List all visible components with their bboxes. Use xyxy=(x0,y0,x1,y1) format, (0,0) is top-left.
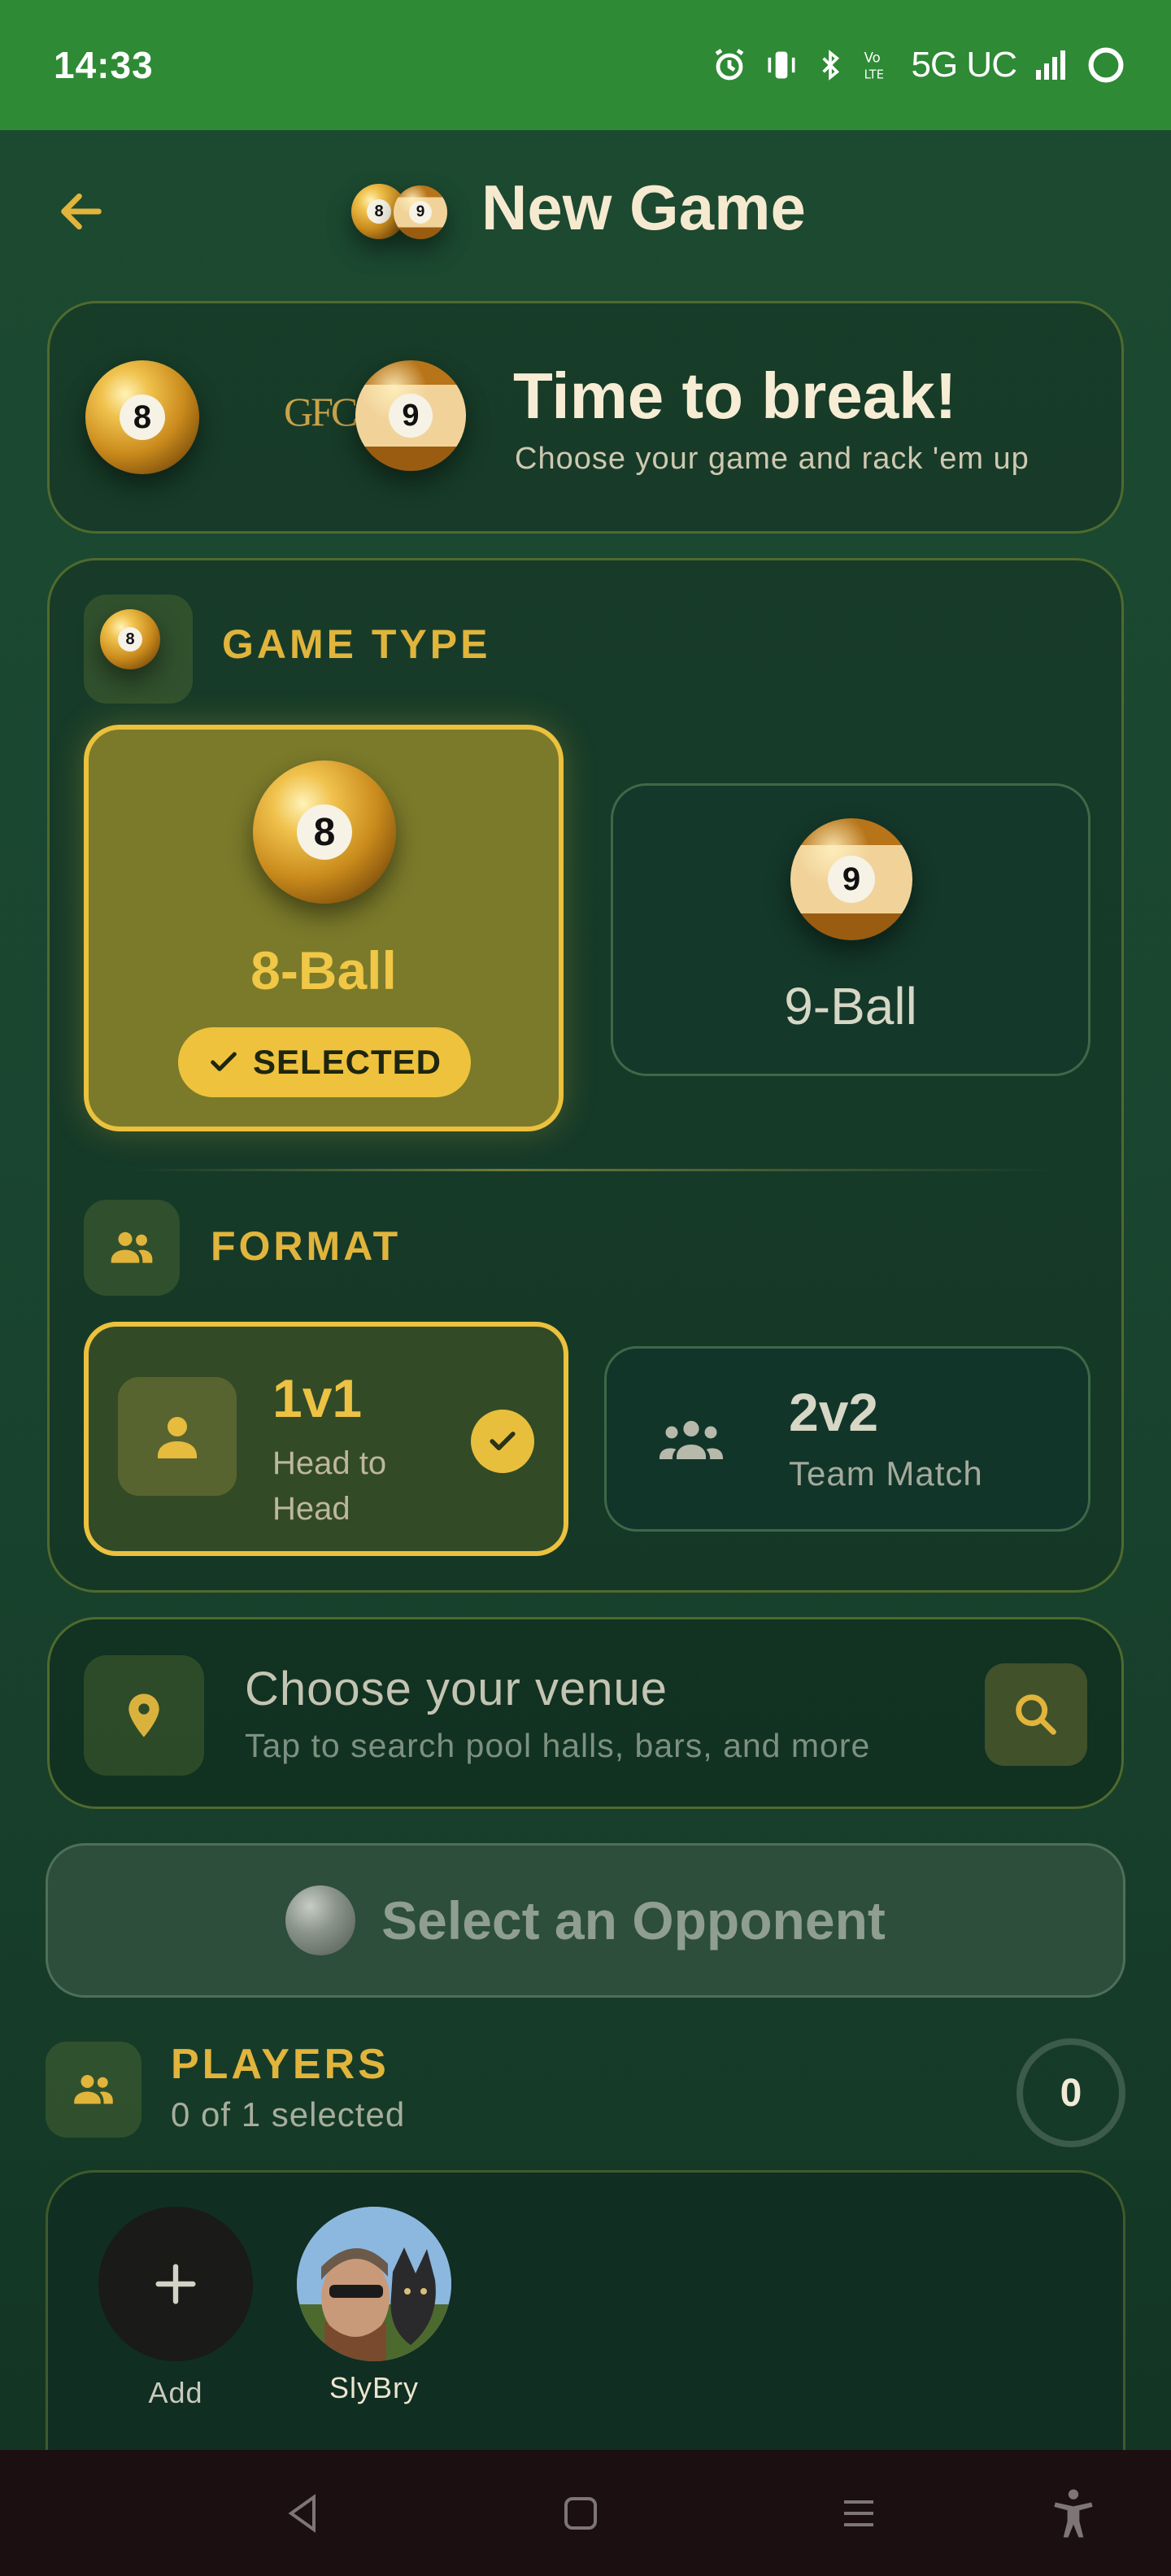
game-type-label: 8-Ball xyxy=(250,940,397,1000)
section-divider xyxy=(131,1169,1058,1171)
hero-title: Time to break! xyxy=(513,360,957,432)
eight-ball-icon: 8 xyxy=(100,609,160,669)
eight-ball-icon: 8 xyxy=(253,761,396,904)
hero-subtitle: Choose your game and rack 'em up xyxy=(515,442,1030,476)
format-title-1v1: 1v1 xyxy=(272,1368,363,1428)
selected-badge-label: SELECTED xyxy=(252,1043,442,1081)
svg-text:Vo: Vo xyxy=(864,50,880,65)
app-header: 8 9 New Game xyxy=(0,130,1171,293)
venue-picker[interactable]: Choose your venue Tap to search pool hal… xyxy=(47,1617,1124,1809)
volte-icon: Vo LTE xyxy=(864,50,883,82)
svg-text:LTE: LTE xyxy=(864,68,883,82)
player-photo xyxy=(297,2207,451,2361)
bluetooth-icon xyxy=(821,50,839,81)
add-player-button[interactable] xyxy=(98,2207,253,2361)
players-section-icon xyxy=(46,2042,141,2138)
game-type-label: 9-Ball xyxy=(784,977,917,1035)
square-home-icon xyxy=(564,2497,597,2530)
selected-check xyxy=(471,1410,534,1473)
nine-ball-icon: 9 xyxy=(355,360,466,471)
venue-title: Choose your venue xyxy=(245,1663,668,1715)
cue-ball-icon xyxy=(285,1885,356,1955)
page-title: New Game xyxy=(481,172,806,243)
menu-lines-icon xyxy=(844,2500,873,2526)
format-option-1v1[interactable]: 1v1 Head to Head xyxy=(84,1322,568,1556)
vibrate-icon xyxy=(768,51,795,79)
select-opponent-label: Select an Opponent xyxy=(381,1890,886,1951)
arrow-left-icon xyxy=(61,193,102,230)
check-icon xyxy=(490,1432,516,1450)
nav-recents-button[interactable] xyxy=(833,2487,885,2539)
group-icon xyxy=(74,2075,113,2104)
search-icon xyxy=(1016,1694,1056,1735)
selected-count-badge: 0 xyxy=(1016,2038,1125,2147)
signal-icon xyxy=(1036,50,1065,80)
players-header: PLAYERS 0 of 1 selected 0 xyxy=(46,2038,1125,2147)
game-type-option-9-ball[interactable]: 9 9-Ball xyxy=(611,783,1090,1076)
player-avatar[interactable] xyxy=(297,2207,451,2361)
format-title: FORMAT xyxy=(211,1223,402,1269)
selected-badge: SELECTED xyxy=(178,1027,471,1097)
nav-back-button[interactable] xyxy=(276,2487,329,2539)
format-option-2v2[interactable]: 2v2 Team Match xyxy=(604,1346,1090,1532)
check-icon xyxy=(211,1052,237,1071)
format-title-2v2: 2v2 xyxy=(789,1382,879,1442)
location-pin-icon xyxy=(128,1693,159,1737)
game-type-option-8-ball[interactable]: 8 8-Ball SELECTED xyxy=(84,725,564,1131)
accessibility-icon xyxy=(1054,2489,1093,2538)
add-player-label: Add xyxy=(148,2376,203,2409)
format-subtitle-1v1: Head to Head xyxy=(272,1445,387,1527)
players-title: PLAYERS xyxy=(171,2041,390,2088)
group-icon xyxy=(660,1420,723,1459)
nav-home-button[interactable] xyxy=(555,2487,607,2539)
header-balls-logo: 8 9 xyxy=(351,179,452,244)
player-name: SlyBry xyxy=(329,2371,419,2404)
back-button[interactable] xyxy=(50,181,112,242)
plus-icon xyxy=(155,2264,196,2304)
eight-ball-icon: 8 xyxy=(85,360,199,474)
status-bar: 14:33 Vo LTE 5G UC xyxy=(0,0,1171,130)
hero-banner: 8 GFC 9 Time to break! Choose your game … xyxy=(47,301,1124,534)
game-type-title: GAME TYPE xyxy=(222,621,491,667)
status-icons: Vo LTE 5G UC xyxy=(710,44,1127,86)
venue-pin-box xyxy=(84,1655,204,1776)
triangle-back-icon xyxy=(288,2494,316,2533)
select-opponent-button[interactable]: Select an Opponent xyxy=(46,1843,1125,1998)
gfc-logo: GFC xyxy=(284,389,358,434)
format-subtitle-2v2: Team Match xyxy=(789,1454,983,1493)
nav-accessibility-button[interactable] xyxy=(1047,2487,1099,2539)
group-icon xyxy=(111,1231,153,1263)
format-section-icon xyxy=(84,1200,180,1296)
alarm-icon xyxy=(715,49,743,81)
game-settings-card: 8 GAME TYPE 8 8-Ball SELECTED 9 9-Ball F… xyxy=(47,558,1124,1593)
system-nav-bar xyxy=(0,2450,1171,2576)
battery-ring-icon xyxy=(1088,47,1124,83)
nine-ball-icon: 9 xyxy=(394,185,447,239)
network-label: 5G UC xyxy=(911,45,1017,85)
nine-ball-icon: 9 xyxy=(790,818,912,940)
person-icon xyxy=(158,1417,197,1458)
venue-search-button[interactable] xyxy=(985,1663,1087,1766)
venue-subtitle: Tap to search pool halls, bars, and more xyxy=(245,1727,871,1764)
players-subtitle: 0 of 1 selected xyxy=(171,2095,406,2134)
game-type-section-icon: 8 xyxy=(84,595,193,704)
status-time: 14:33 xyxy=(54,44,154,86)
fmt-icon-box xyxy=(118,1377,237,1496)
